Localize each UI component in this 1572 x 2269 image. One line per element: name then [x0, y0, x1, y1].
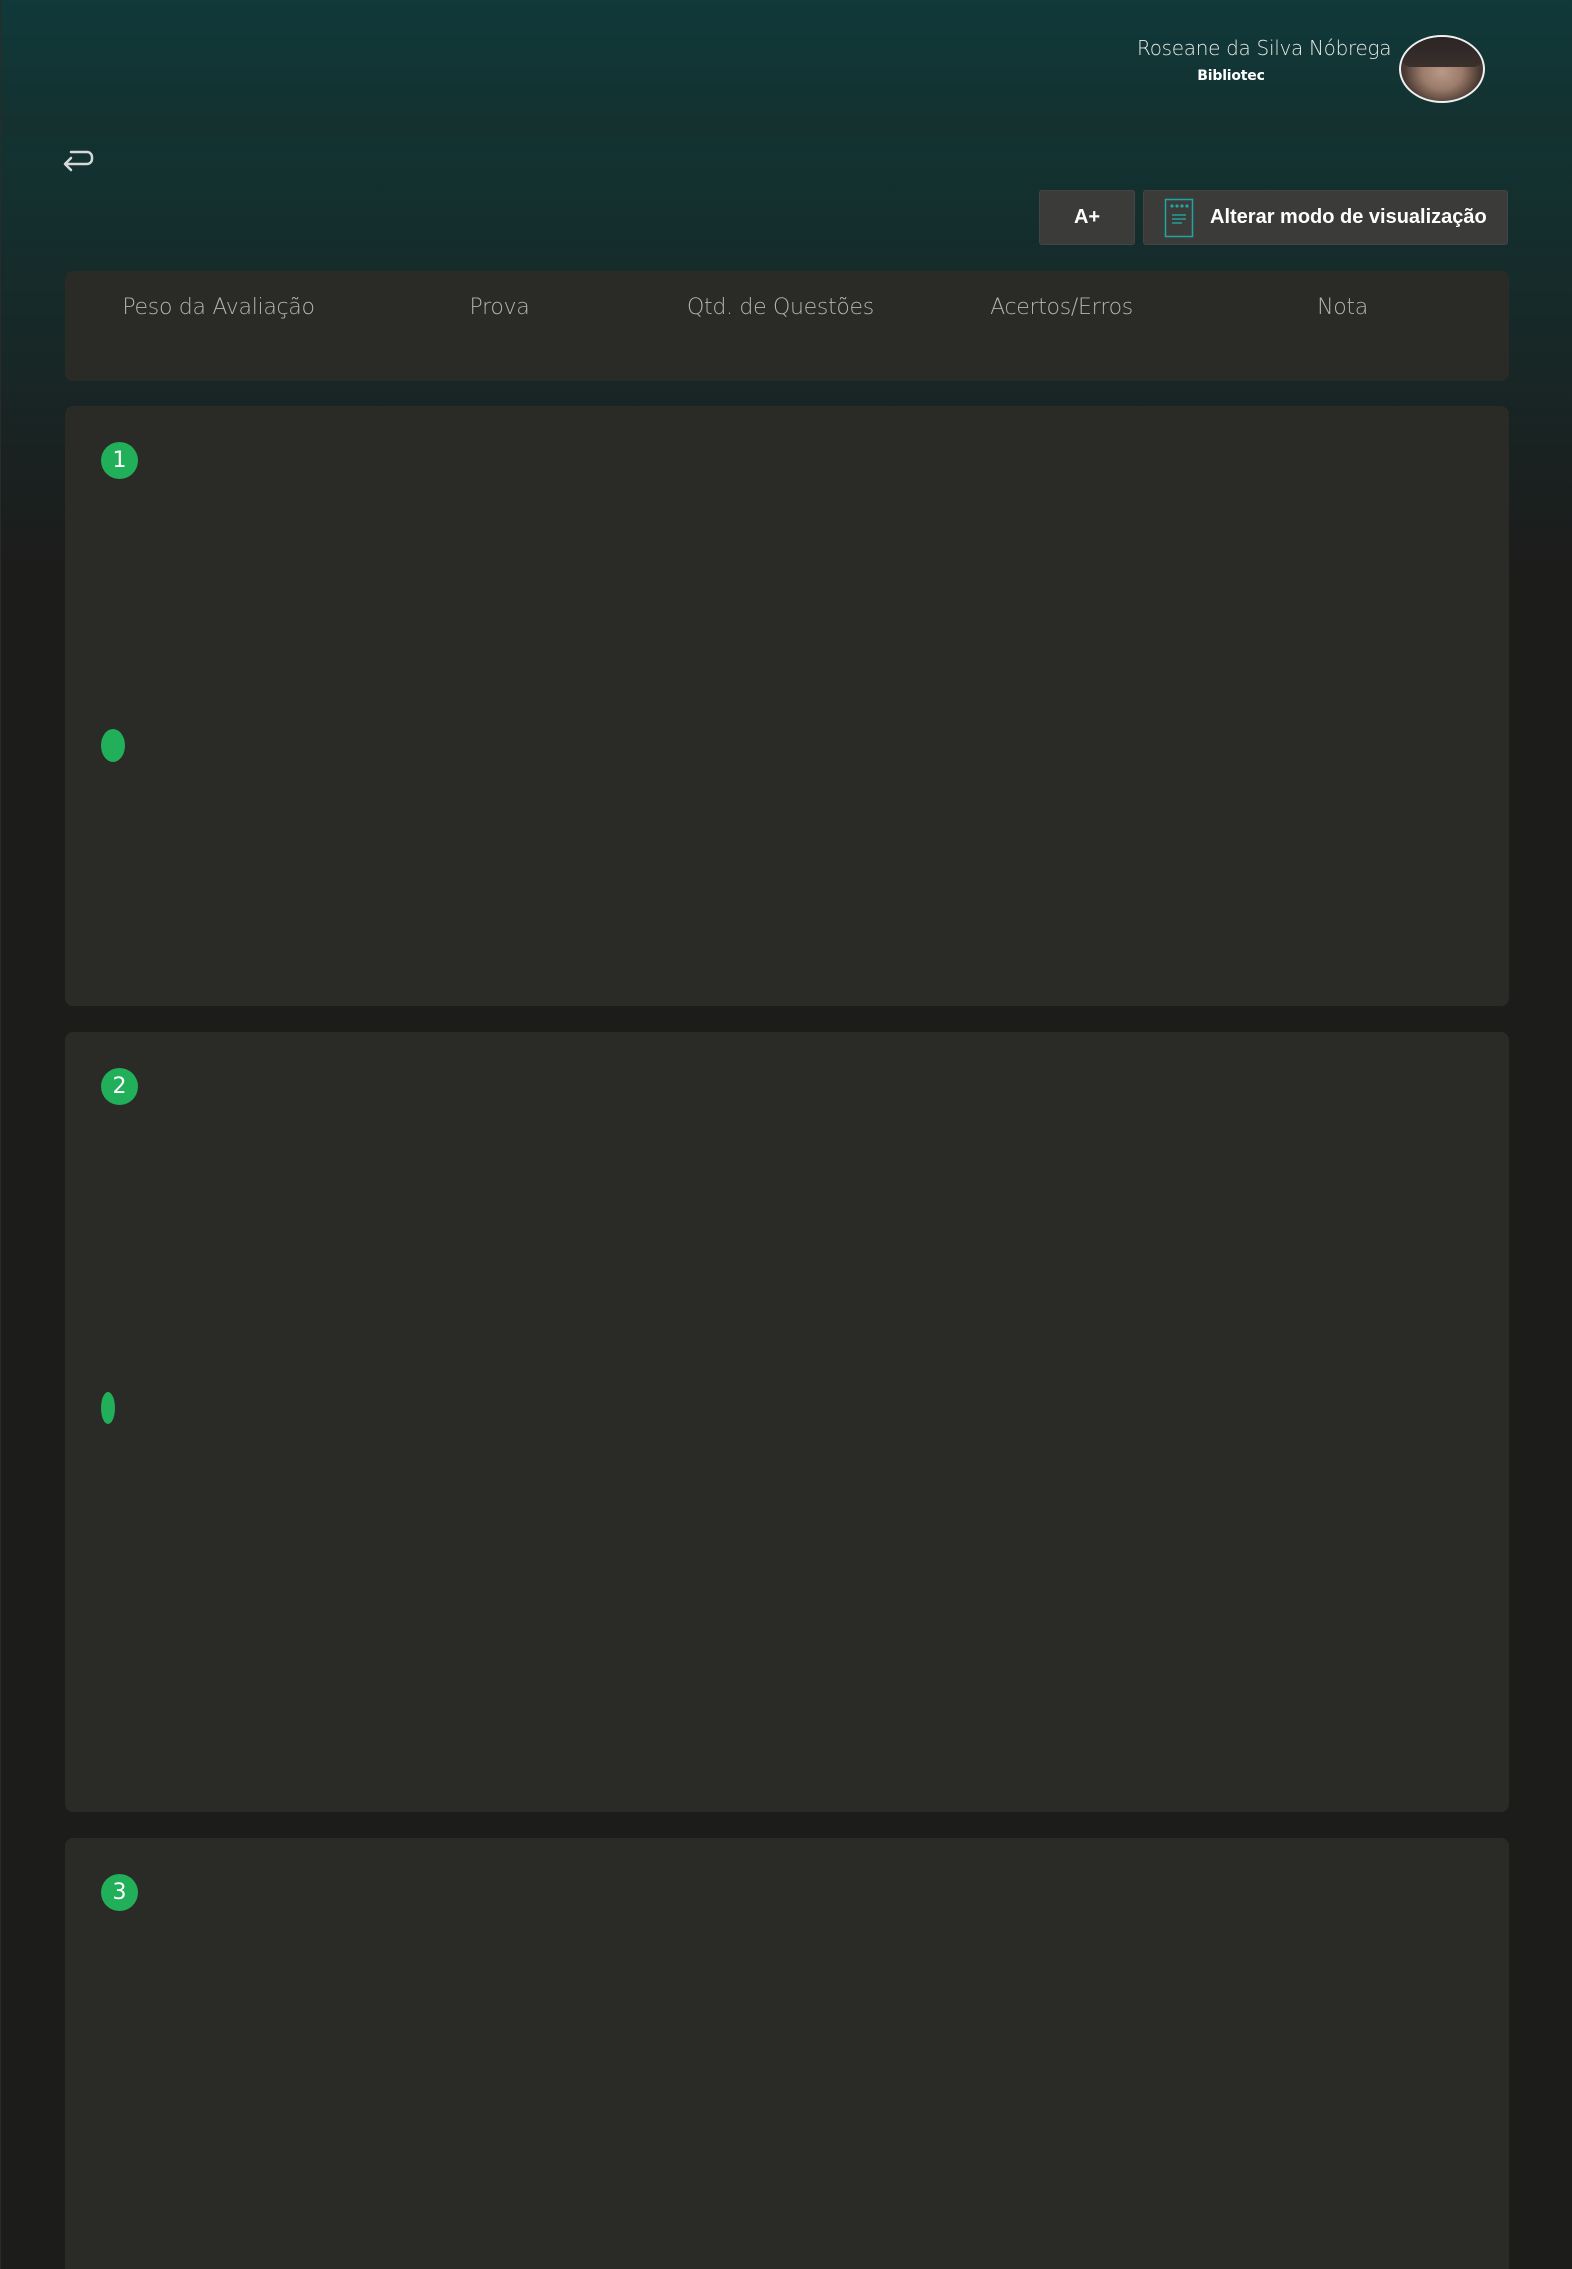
user-organization: Bibliotec — [1197, 68, 1265, 84]
results-table-header: Peso da Avaliação Prova Qtd. de Questões… — [65, 271, 1509, 381]
exam-card: 3 — [65, 1838, 1509, 2269]
column-header-exam: Prova — [469, 295, 530, 320]
exam-number-badge: 2 — [101, 1068, 138, 1105]
user-info: Roseane da Silva Nóbrega Bibliotec — [1137, 36, 1392, 84]
toolbar: A+ Alterar modo de visualização — [1039, 190, 1508, 245]
exam-card: 2 — [65, 1032, 1509, 1812]
column-header-weight: Peso da Avaliação — [122, 295, 315, 320]
change-view-mode-button[interactable]: Alterar modo de visualização — [1143, 190, 1508, 245]
column-header-grade: Nota — [1317, 295, 1368, 320]
change-view-mode-label: Alterar modo de visualização — [1210, 206, 1487, 228]
document-view-icon — [1164, 198, 1194, 237]
exam-number-badge: 3 — [101, 1874, 138, 1911]
column-header-hits-misses: Acertos/Erros — [990, 295, 1133, 320]
status-dot — [101, 1392, 115, 1424]
avatar[interactable] — [1399, 35, 1485, 103]
status-dot — [101, 729, 125, 762]
column-header-question-count: Qtd. de Questões — [687, 295, 874, 320]
back-button[interactable] — [61, 148, 95, 174]
user-name: Roseane da Silva Nóbrega — [1137, 36, 1392, 60]
avatar-hair — [1401, 37, 1483, 67]
top-bar: Roseane da Silva Nóbrega Bibliotec — [1, 0, 1572, 137]
exam-card: 1 — [65, 406, 1509, 1006]
increase-font-button[interactable]: A+ — [1039, 190, 1135, 245]
back-arrow-icon — [63, 150, 94, 172]
exam-number-badge: 1 — [101, 442, 138, 479]
page: Roseane da Silva Nóbrega Bibliotec A+ Al… — [0, 0, 1572, 2269]
